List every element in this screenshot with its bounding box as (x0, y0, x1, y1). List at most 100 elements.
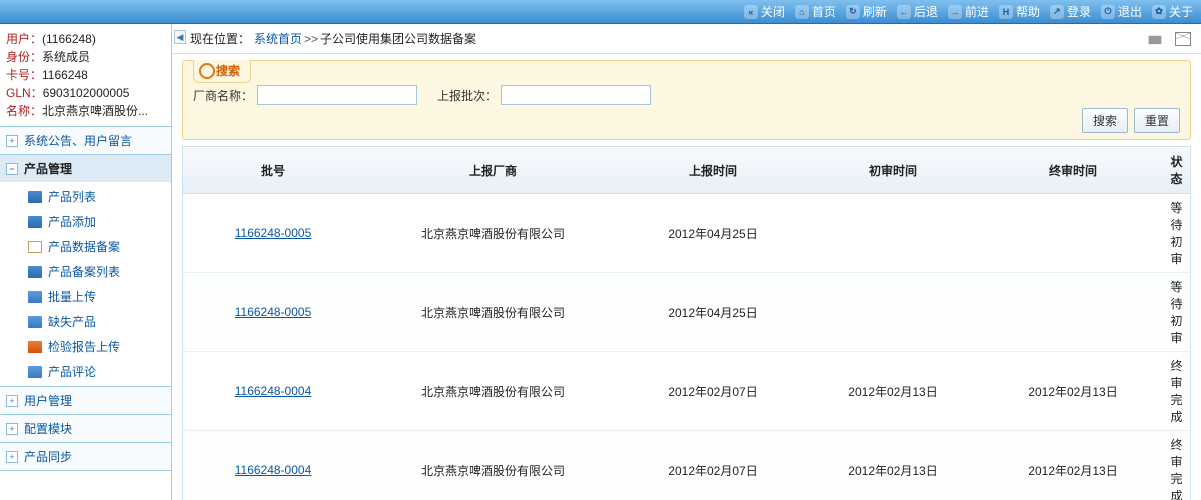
search-panel: 搜索 厂商名称： 上报批次： 搜索 重置 (182, 60, 1191, 140)
topnav-icon: H (999, 5, 1013, 19)
name-label: 名称： (6, 104, 42, 118)
cell-batch: 1166248-0004 (183, 352, 363, 431)
nav-item-label: 批量上传 (48, 288, 96, 305)
nav-item-data-filing[interactable]: 产品数据备案 (0, 234, 171, 259)
topnav-label: 退出 (1118, 3, 1142, 20)
gln-value: 6903102000005 (43, 86, 130, 100)
cell-final-review-time: 2012年02月13日 (983, 352, 1163, 431)
topnav-item[interactable]: ←后退 (897, 3, 938, 20)
col-header-first-review-time: 初审时间 (803, 147, 983, 194)
table-row: 1166248-0004 北京燕京啤酒股份有限公司2012年02月07日2012年… (183, 431, 1190, 500)
table-row: 1166248-0004北京燕京啤酒股份有限公司2012年02月07日2012年… (183, 352, 1190, 431)
topnav-item[interactable]: ⏻退出 (1101, 3, 1142, 20)
cell-final-review-time (983, 273, 1163, 352)
collapse-sidebar-icon[interactable]: ◀ (174, 30, 186, 44)
print-icon[interactable] (1147, 32, 1163, 46)
gln-label: GLN： (6, 86, 43, 100)
nav-section-sync[interactable]: +产品同步 (0, 443, 171, 470)
nav-item-comments[interactable]: 产品评论 (0, 359, 171, 384)
results-table: 批号 上报厂商 上报时间 初审时间 终审时间 状态 1166248-0005 北京… (183, 147, 1190, 500)
cell-first-review-time: 2012年02月13日 (803, 431, 983, 500)
expand-icon: + (6, 423, 18, 435)
nav-item-product-list[interactable]: 产品列表 (0, 184, 171, 209)
nav-item-batch-upload[interactable]: 批量上传 (0, 284, 171, 309)
doc-icon (28, 241, 42, 253)
topnav-icon: ↗ (1050, 5, 1064, 19)
topnav-item[interactable]: ↗登录 (1050, 3, 1091, 20)
cell-submit-time: 2012年02月07日 (623, 431, 803, 500)
topnav-item[interactable]: →前进 (948, 3, 989, 20)
card-label: 卡号： (6, 68, 42, 82)
cell-manufacturer: 北京燕京啤酒股份有限公司 (363, 273, 623, 352)
nav-item-report-upload[interactable]: 检验报告上传 (0, 334, 171, 359)
nav-item-filing-list[interactable]: 产品备案列表 (0, 259, 171, 284)
nav-section-label: 配置模块 (24, 420, 72, 437)
nav-item-label: 产品数据备案 (48, 238, 120, 255)
batch-link[interactable]: 1166248-0005 (235, 305, 312, 319)
search-batch-input[interactable] (501, 85, 651, 105)
topnav-item[interactable]: «关闭 (744, 3, 785, 20)
col-header-submit-time: 上报时间 (623, 147, 803, 194)
topnav-item[interactable]: ✿关于 (1152, 3, 1193, 20)
col-header-final-review-time: 终审时间 (983, 147, 1163, 194)
breadcrumb: ◀ 现在位置： 系统首页 >> 子公司使用集团公司数据备案 (172, 24, 1201, 54)
search-panel-title: 搜索 (193, 60, 251, 83)
cell-manufacturer: 北京燕京啤酒股份有限公司 (363, 431, 623, 500)
topnav-item[interactable]: ↻刷新 (846, 3, 887, 20)
breadcrumb-separator: >> (304, 32, 318, 46)
nav-section-user-mgmt[interactable]: +用户管理 (0, 387, 171, 414)
collapse-icon: − (6, 163, 18, 175)
reset-button[interactable]: 重置 (1134, 108, 1180, 133)
book-icon (28, 216, 42, 228)
cell-first-review-time (803, 273, 983, 352)
search-button[interactable]: 搜索 (1082, 108, 1128, 133)
nav-section-announcements[interactable]: +系统公告、用户留言 (0, 127, 171, 154)
topnav-label: 关闭 (761, 3, 785, 20)
nav-section-products[interactable]: −产品管理 (0, 155, 171, 182)
cell-submit-time: 2012年04月25日 (623, 194, 803, 273)
nav-item-missing[interactable]: 缺失产品 (0, 309, 171, 334)
nav-section-label: 产品管理 (24, 160, 72, 177)
user-label: 用户： (6, 32, 42, 46)
topnav-icon: → (948, 5, 962, 19)
card-value: 1166248 (42, 68, 88, 82)
topnav-icon: ⌂ (795, 5, 809, 19)
search-mfr-input[interactable] (257, 85, 417, 105)
top-nav-bar: «关闭 ⌂首页 ↻刷新 ←后退 →前进 H帮助 ↗登录 ⏻退出 ✿关于 (0, 0, 1201, 24)
book-icon (28, 316, 42, 328)
cell-status: 等待初审 (1163, 273, 1190, 352)
cell-batch: 1166248-0004 (183, 431, 363, 500)
cell-status: 等待初审 (1163, 194, 1190, 273)
col-header-batch: 批号 (183, 147, 363, 194)
main-content: ◀ 现在位置： 系统首页 >> 子公司使用集团公司数据备案 搜索 厂商名称： 上… (172, 24, 1201, 500)
nav-item-label: 缺失产品 (48, 313, 96, 330)
batch-link[interactable]: 1166248-0004 (235, 384, 312, 398)
identity-value: 系统成员 (42, 50, 90, 64)
topnav-label: 前进 (965, 3, 989, 20)
col-header-status: 状态 (1163, 147, 1190, 194)
topnav-label: 首页 (812, 3, 836, 20)
topnav-icon: ⏻ (1101, 5, 1115, 19)
book-icon (28, 191, 42, 203)
nav-item-label: 产品列表 (48, 188, 96, 205)
topnav-icon: ← (897, 5, 911, 19)
breadcrumb-label: 现在位置： (190, 30, 250, 47)
topnav-icon: ↻ (846, 5, 860, 19)
expand-icon: + (6, 135, 18, 147)
nav-section-label: 产品同步 (24, 448, 72, 465)
topnav-item[interactable]: ⌂首页 (795, 3, 836, 20)
nav-item-product-add[interactable]: 产品添加 (0, 209, 171, 234)
col-header-manufacturer: 上报厂商 (363, 147, 623, 194)
batch-link[interactable]: 1166248-0004 (235, 463, 312, 477)
cell-submit-time: 2012年02月07日 (623, 352, 803, 431)
topnav-item[interactable]: H帮助 (999, 3, 1040, 20)
nav-item-label: 产品评论 (48, 363, 96, 380)
mail-icon[interactable] (1175, 32, 1191, 46)
nav-item-label: 产品备案列表 (48, 263, 120, 280)
batch-link[interactable]: 1166248-0005 (235, 226, 312, 240)
sidebar: 用户：(1166248) 身份：系统成员 卡号：1166248 GLN：6903… (0, 24, 172, 500)
breadcrumb-home-link[interactable]: 系统首页 (254, 30, 302, 47)
nav-section-config[interactable]: + 配置模块 (0, 415, 171, 442)
book-icon (28, 291, 42, 303)
cell-submit-time: 2012年04月25日 (623, 273, 803, 352)
